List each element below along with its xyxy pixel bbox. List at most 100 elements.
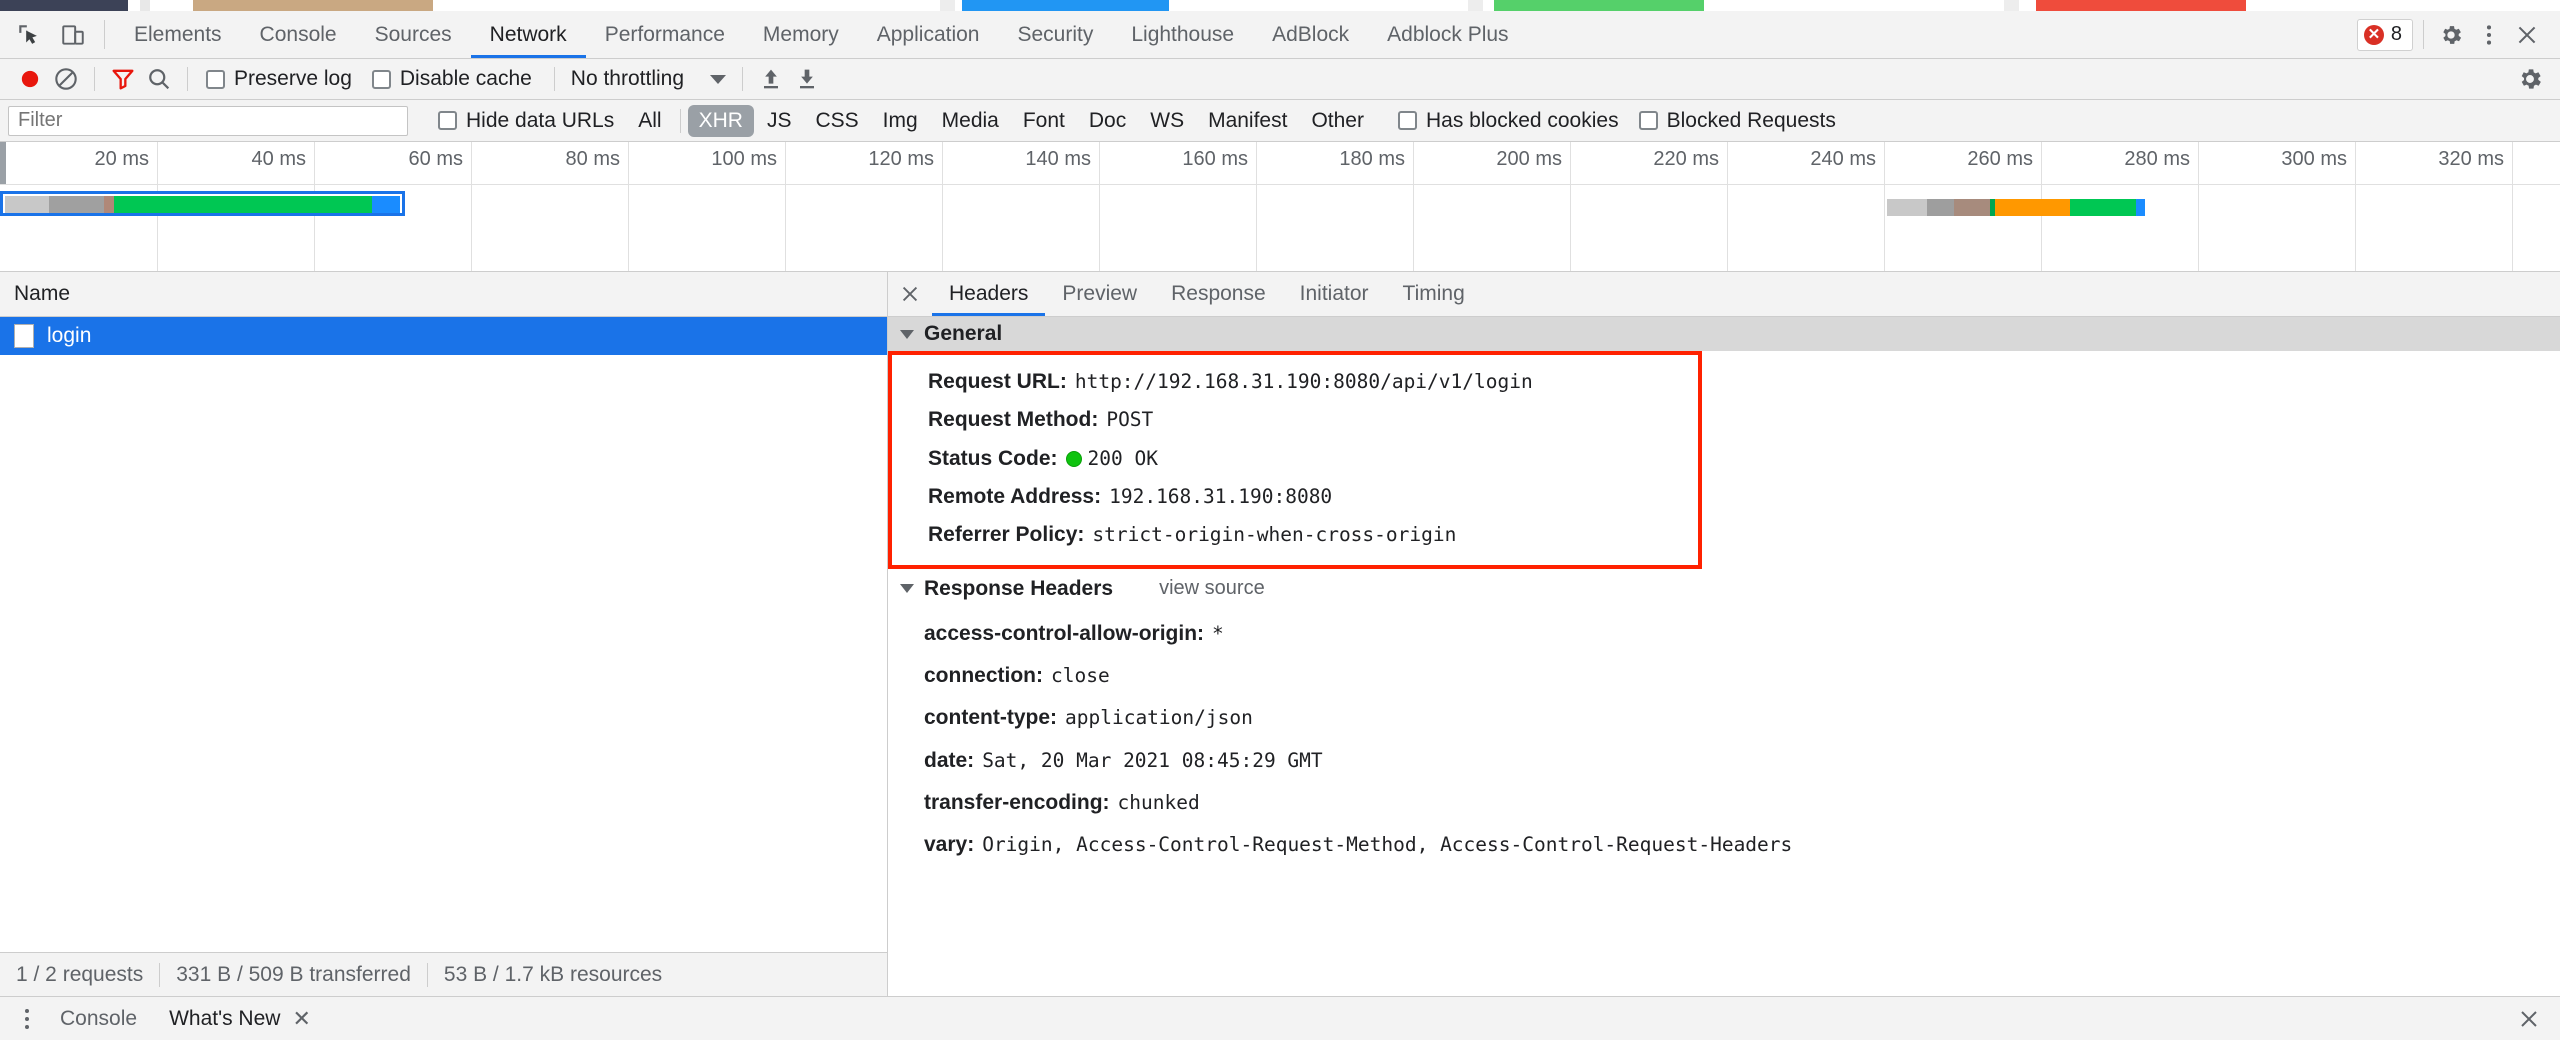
overview-gridline: [1570, 142, 1571, 271]
filter-type-js[interactable]: JS: [756, 105, 803, 137]
page-content-block: [1468, 0, 1483, 11]
blocked-requests-box: [1638, 111, 1658, 130]
filter-type-font[interactable]: Font: [1012, 105, 1076, 137]
panel-tab-label: Application: [876, 22, 980, 46]
devtools-left-icons: [0, 11, 94, 58]
filter-type-ws[interactable]: WS: [1139, 105, 1195, 137]
panel-tab-label: Elements: [134, 22, 222, 46]
panel-tab-label: Performance: [604, 22, 725, 46]
overview-tick-label: 80 ms: [565, 148, 620, 170]
has-blocked-cookies-checkbox[interactable]: Has blocked cookies: [1390, 109, 1627, 133]
panel-tab-lighthouse[interactable]: Lighthouse: [1112, 11, 1253, 58]
response-header-key: date:: [924, 748, 975, 772]
gear-icon[interactable]: [2434, 18, 2468, 52]
export-har-icon[interactable]: [789, 61, 825, 97]
gear-icon[interactable]: [2512, 61, 2548, 97]
overview-bar-segment: [1954, 199, 1990, 216]
panel-tab-adblock[interactable]: AdBlock: [1253, 11, 1368, 58]
network-filter-bar: Hide data URLs All XHRJSCSSImgMediaFontDo…: [0, 100, 2560, 142]
header-row: vary: Origin, Access-Control-Request-Meth…: [888, 824, 2560, 866]
overview-tick-label: 220 ms: [1653, 148, 1719, 170]
error-icon: ✕: [2363, 24, 2384, 45]
tabstrip-right-divider: [2423, 20, 2424, 49]
panel-tab-console[interactable]: Console: [241, 11, 356, 58]
overview-tick-label: 140 ms: [1025, 148, 1091, 170]
more-vertical-icon[interactable]: [10, 1002, 44, 1036]
general-section-header[interactable]: General: [888, 317, 2560, 351]
response-headers-section-header[interactable]: Response Headers view source: [888, 568, 2560, 609]
preserve-log-box: [206, 69, 225, 89]
general-key: Remote Address:: [928, 485, 1102, 509]
panel-tab-application[interactable]: Application: [858, 11, 999, 58]
panel-tab-security[interactable]: Security: [998, 11, 1112, 58]
page-content-block: [2036, 0, 2246, 11]
hide-data-urls-checkbox[interactable]: Hide data URLs: [430, 109, 622, 133]
filter-type-other[interactable]: Other: [1300, 105, 1375, 137]
filter-type-xhr[interactable]: XHR: [687, 104, 754, 137]
panel-tab-elements[interactable]: Elements: [115, 11, 241, 58]
close-icon[interactable]: ✕: [292, 1007, 310, 1030]
network-timeline-overview[interactable]: 20 ms 40 ms 60 ms 80 ms 100 ms 120 ms 140 ms 16…: [0, 142, 2560, 272]
filter-type-media[interactable]: Media: [931, 105, 1010, 137]
throttling-select[interactable]: No throttling: [565, 67, 732, 91]
clear-icon[interactable]: [48, 61, 84, 97]
network-status-bar: 1 / 2 requests 331 B / 509 B transferred…: [0, 952, 887, 996]
request-list-header: Name: [0, 272, 887, 317]
panel-tab-memory[interactable]: Memory: [744, 11, 858, 58]
drawer-tab-console[interactable]: Console: [44, 1007, 153, 1031]
record-button-icon[interactable]: [12, 61, 48, 97]
detail-tab-initiator[interactable]: Initiator: [1283, 272, 1386, 316]
overview-tick-label: 280 ms: [2124, 148, 2190, 170]
panel-tab-network[interactable]: Network: [470, 11, 586, 58]
filter-type-doc[interactable]: Doc: [1078, 105, 1137, 137]
overview-gridline: [2198, 142, 2199, 271]
request-list[interactable]: login: [0, 317, 887, 952]
disable-cache-checkbox[interactable]: Disable cache: [364, 67, 540, 91]
more-vertical-icon[interactable]: [2472, 18, 2506, 52]
page-content-block: [2004, 0, 2019, 11]
chevron-down-icon[interactable]: [900, 329, 914, 339]
close-icon[interactable]: [2512, 1002, 2546, 1036]
request-list-pane: Name login 1 / 2 requests 331 B / 509 B …: [0, 272, 888, 996]
response-header-value: application/json: [1065, 706, 1253, 730]
search-icon[interactable]: [141, 61, 177, 97]
filter-input[interactable]: [8, 105, 408, 136]
drawer-tab-what-s-new[interactable]: What's New ✕: [153, 1007, 327, 1031]
header-row: access-control-allow-origin: *: [888, 613, 2560, 655]
detail-tab-response[interactable]: Response: [1154, 272, 1283, 316]
has-blocked-cookies-label: Has blocked cookies: [1425, 108, 1619, 132]
status-ok-indicator-icon: [1065, 450, 1082, 467]
panel-tab-sources[interactable]: Sources: [356, 11, 471, 58]
response-header-key: connection:: [924, 664, 1043, 688]
filter-type-css[interactable]: CSS: [804, 105, 869, 137]
response-header-value: chunked: [1117, 791, 1200, 815]
filter-type-manifest[interactable]: Manifest: [1197, 105, 1298, 137]
filter-type-img[interactable]: Img: [872, 105, 929, 137]
detail-tab-headers[interactable]: Headers: [932, 272, 1046, 316]
panel-tab-label: Sources: [374, 22, 452, 46]
detail-tab-timing[interactable]: Timing: [1386, 272, 1482, 316]
inspect-element-icon[interactable]: [14, 20, 44, 50]
request-row[interactable]: login: [0, 317, 887, 355]
panel-tab-adblock-plus[interactable]: Adblock Plus: [1368, 11, 1527, 58]
device-toolbar-icon[interactable]: [58, 20, 88, 50]
page-content-block: [140, 0, 150, 11]
filter-type-all[interactable]: All: [627, 105, 672, 137]
panel-tab-performance[interactable]: Performance: [586, 11, 744, 58]
general-key: Status Code:: [928, 446, 1058, 470]
preserve-log-checkbox[interactable]: Preserve log: [198, 67, 360, 91]
error-count-badge[interactable]: ✕ 8: [2356, 18, 2413, 51]
panel-tab-label: Memory: [762, 22, 839, 46]
close-icon[interactable]: [2510, 18, 2544, 52]
overview-tick-label: 320 ms: [2438, 148, 2504, 170]
import-har-icon[interactable]: [753, 61, 789, 97]
blocked-requests-checkbox[interactable]: Blocked Requests: [1631, 109, 1844, 133]
filter-funnel-icon[interactable]: [105, 61, 141, 97]
chevron-down-icon[interactable]: [900, 584, 914, 594]
header-row: content-type: application/json: [888, 697, 2560, 739]
page-content-block: [0, 0, 128, 11]
overview-gridline: [1727, 142, 1728, 271]
detail-tab-preview[interactable]: Preview: [1045, 272, 1154, 316]
close-icon[interactable]: [888, 272, 932, 316]
view-source-link[interactable]: view source: [1159, 577, 1265, 600]
